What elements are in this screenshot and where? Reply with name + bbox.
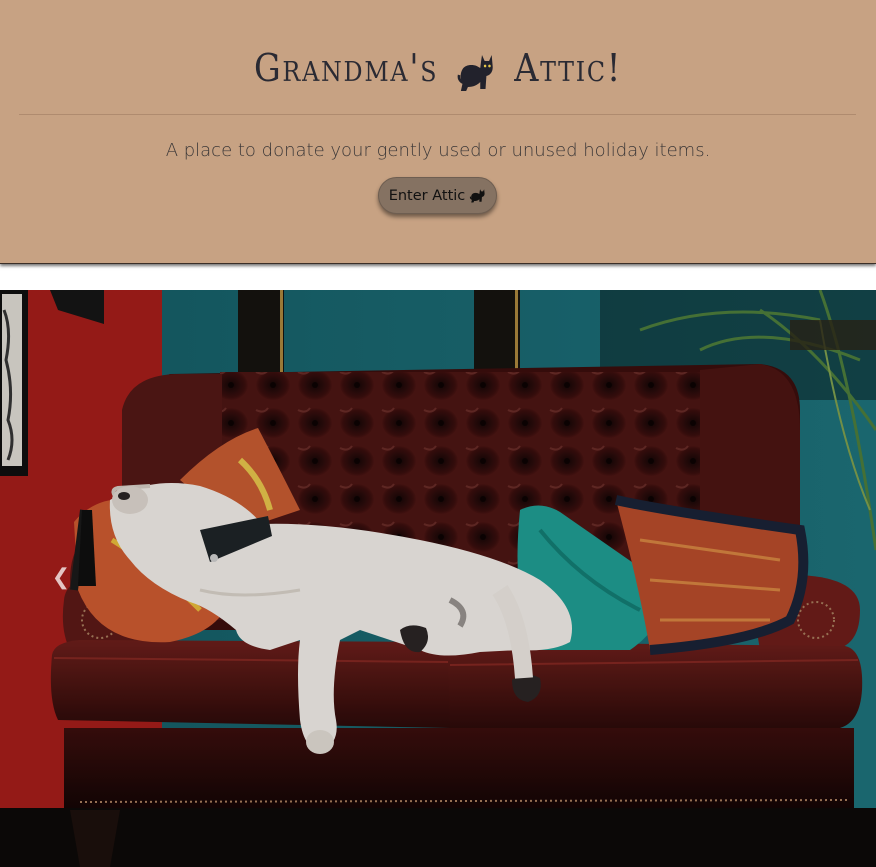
cat-icon	[458, 54, 494, 91]
image-carousel[interactable]: ❮	[0, 290, 876, 867]
title-text-before: Grandma's	[253, 46, 439, 90]
tagline: A place to donate your gently used or un…	[165, 140, 711, 161]
enter-attic-button[interactable]: Enter Attic	[378, 177, 497, 214]
header-divider	[19, 114, 856, 115]
header-jumbotron: Grandma's Attic! A place to donate your …	[0, 0, 876, 264]
chevron-left-icon: ❮	[51, 564, 71, 590]
cat-icon	[470, 189, 485, 203]
carousel-prev-button[interactable]: ❮	[48, 560, 74, 594]
title-text-after: Attic!	[514, 46, 623, 90]
enter-attic-label: Enter Attic	[388, 187, 466, 204]
page-title: Grandma's Attic!	[53, 38, 824, 98]
carousel-slide-image	[0, 290, 876, 867]
